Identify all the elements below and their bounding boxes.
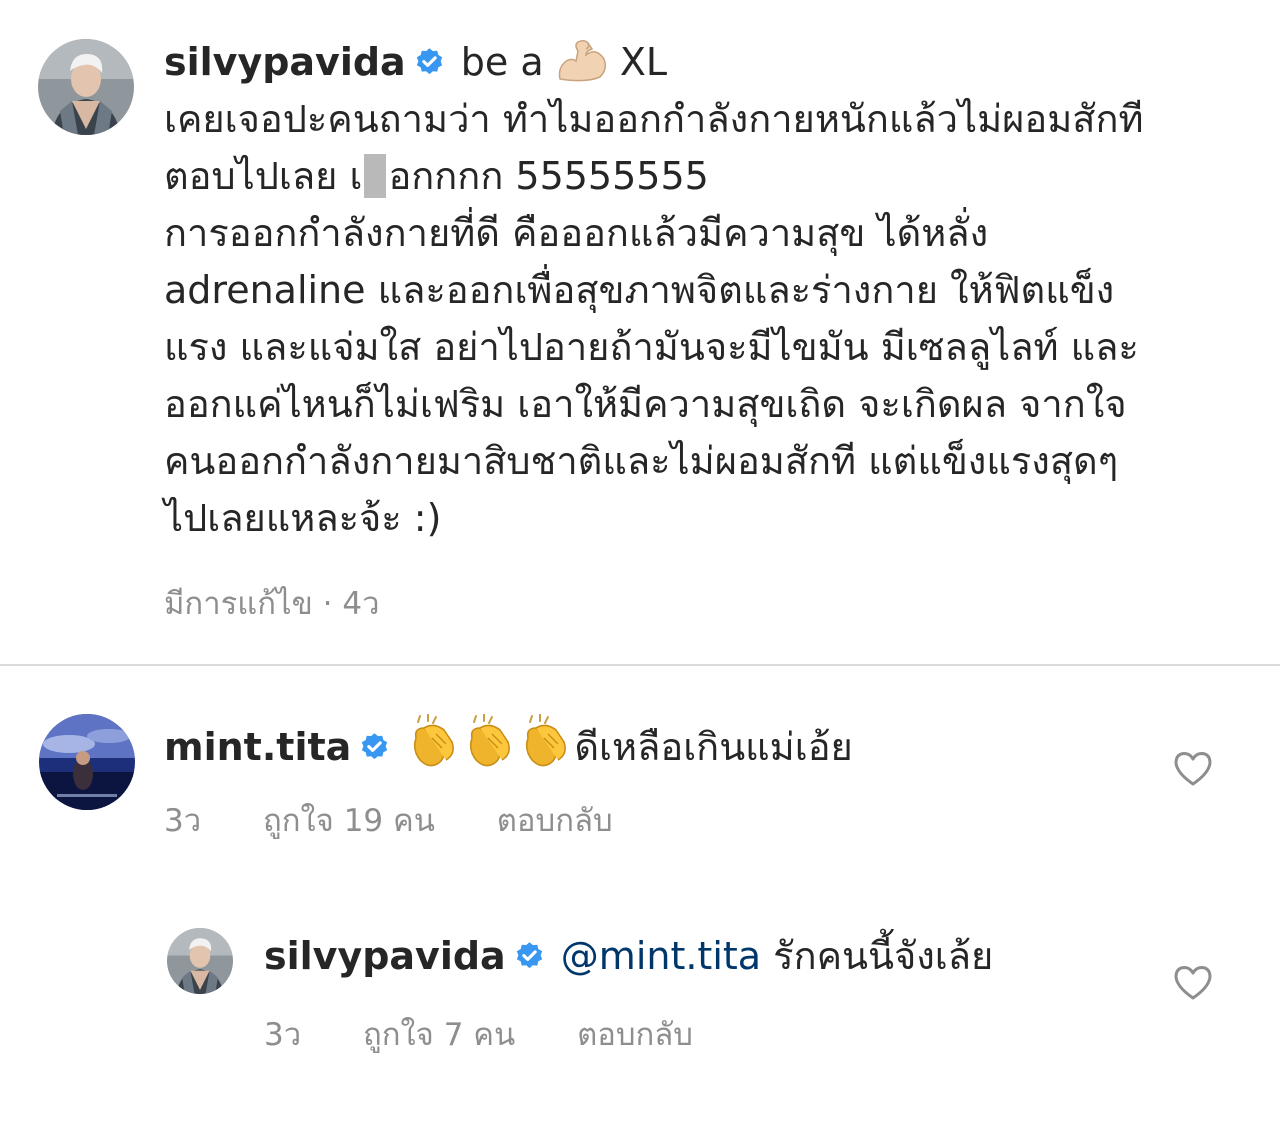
comment-meta: 3ว ถูกใจ 7 คน ตอบกลับ [264,1009,693,1059]
heart-outline-icon[interactable] [1173,965,1213,1001]
caption-line-5: แรง และแจ่มใส อย่าไปอายถ้ามันจะมีไขมัน ม… [164,325,1139,369]
heart-outline-icon[interactable] [1173,751,1213,787]
comment-silvypavida-reply: silvypavida @mint.tita รักคนนี้จังเล้ย [264,928,993,985]
verified-badge-icon [359,732,390,763]
comment-meta: 3ว ถูกใจ 19 คน ตอบกลับ [164,795,613,845]
caption-line-8: ไปเลยแหละจ้ะ :) [164,496,442,540]
verified-badge-icon [514,941,545,972]
comment-text: ดีเหลือเกินแม่เอ้ย [574,725,853,769]
clapping-hands-emoji [462,714,518,768]
comment-time: 3ว [264,1017,302,1053]
comment-avatar[interactable] [39,714,135,810]
avatar-image [167,928,233,994]
caption-line-7: คนออกกำลังกายมาสิบชาติและไม่ผอมสักที แต่… [164,439,1119,483]
comment-mint-tita: mint.tita ดีเหลือเกินแม่เอ้ย [164,714,853,776]
caption-line-1: เคยเจอปะคนถามว่า ทำไมออกกำลังกายหนักแล้ว… [164,97,1144,141]
caption-title-text-2: XL [619,40,668,84]
caption-line-2-end: อกกกก 55555555 [388,154,709,198]
caption-title-text: be a [460,40,544,84]
clapping-hands-emoji [518,714,574,768]
caption-line-6: ออกแค่ไหนก็ไม่เฟริม เอาให้มีความสุขเถิด … [164,382,1127,426]
reply-avatar[interactable] [167,928,233,994]
caption-meta: มีการแก้ไข · 4ว [164,578,380,628]
caption-line-2: ตอบไปเลย เ อกกกก 55555555 [164,148,1264,205]
comment-username[interactable]: silvypavida [264,934,506,978]
comment-text: รักคนนี้จังเล้ย [761,934,994,978]
clapping-hands-emoji [406,714,462,768]
verified-badge-icon [414,47,445,78]
mention-link[interactable]: @mint.tita [561,934,761,978]
comment-time: 3ว [164,803,202,839]
redaction-bar [364,154,387,198]
comment-username[interactable]: mint.tita [164,725,351,769]
caption-line-4: adrenaline และออกเพื่อสุขภาพจิตและร่างกา… [164,268,1115,312]
reply-button[interactable]: ตอบกลับ [497,795,613,845]
avatar-image [38,39,134,135]
caption-username[interactable]: silvypavida [164,40,406,84]
flexed-biceps-emoji [556,39,608,83]
comment-likes[interactable]: ถูกใจ 7 คน [363,1009,515,1059]
divider [0,664,1280,666]
edited-timestamp: มีการแก้ไข · 4ว [164,586,380,622]
caption-line-2-start: ตอบไปเลย เ [164,154,363,198]
reply-button[interactable]: ตอบกลับ [577,1009,693,1059]
caption-avatar[interactable] [38,39,134,135]
caption-line-3: การออกกำลังกายที่ดี คือออกแล้วมีความสุข … [164,211,989,255]
comment-likes[interactable]: ถูกใจ 19 คน [263,795,435,845]
caption-title-line: silvypavida be a XL [164,34,1264,91]
caption-text: silvypavida be a XL เคยเจอปะคนถามว่า ทำไ… [164,34,1264,547]
avatar-image [39,714,135,810]
